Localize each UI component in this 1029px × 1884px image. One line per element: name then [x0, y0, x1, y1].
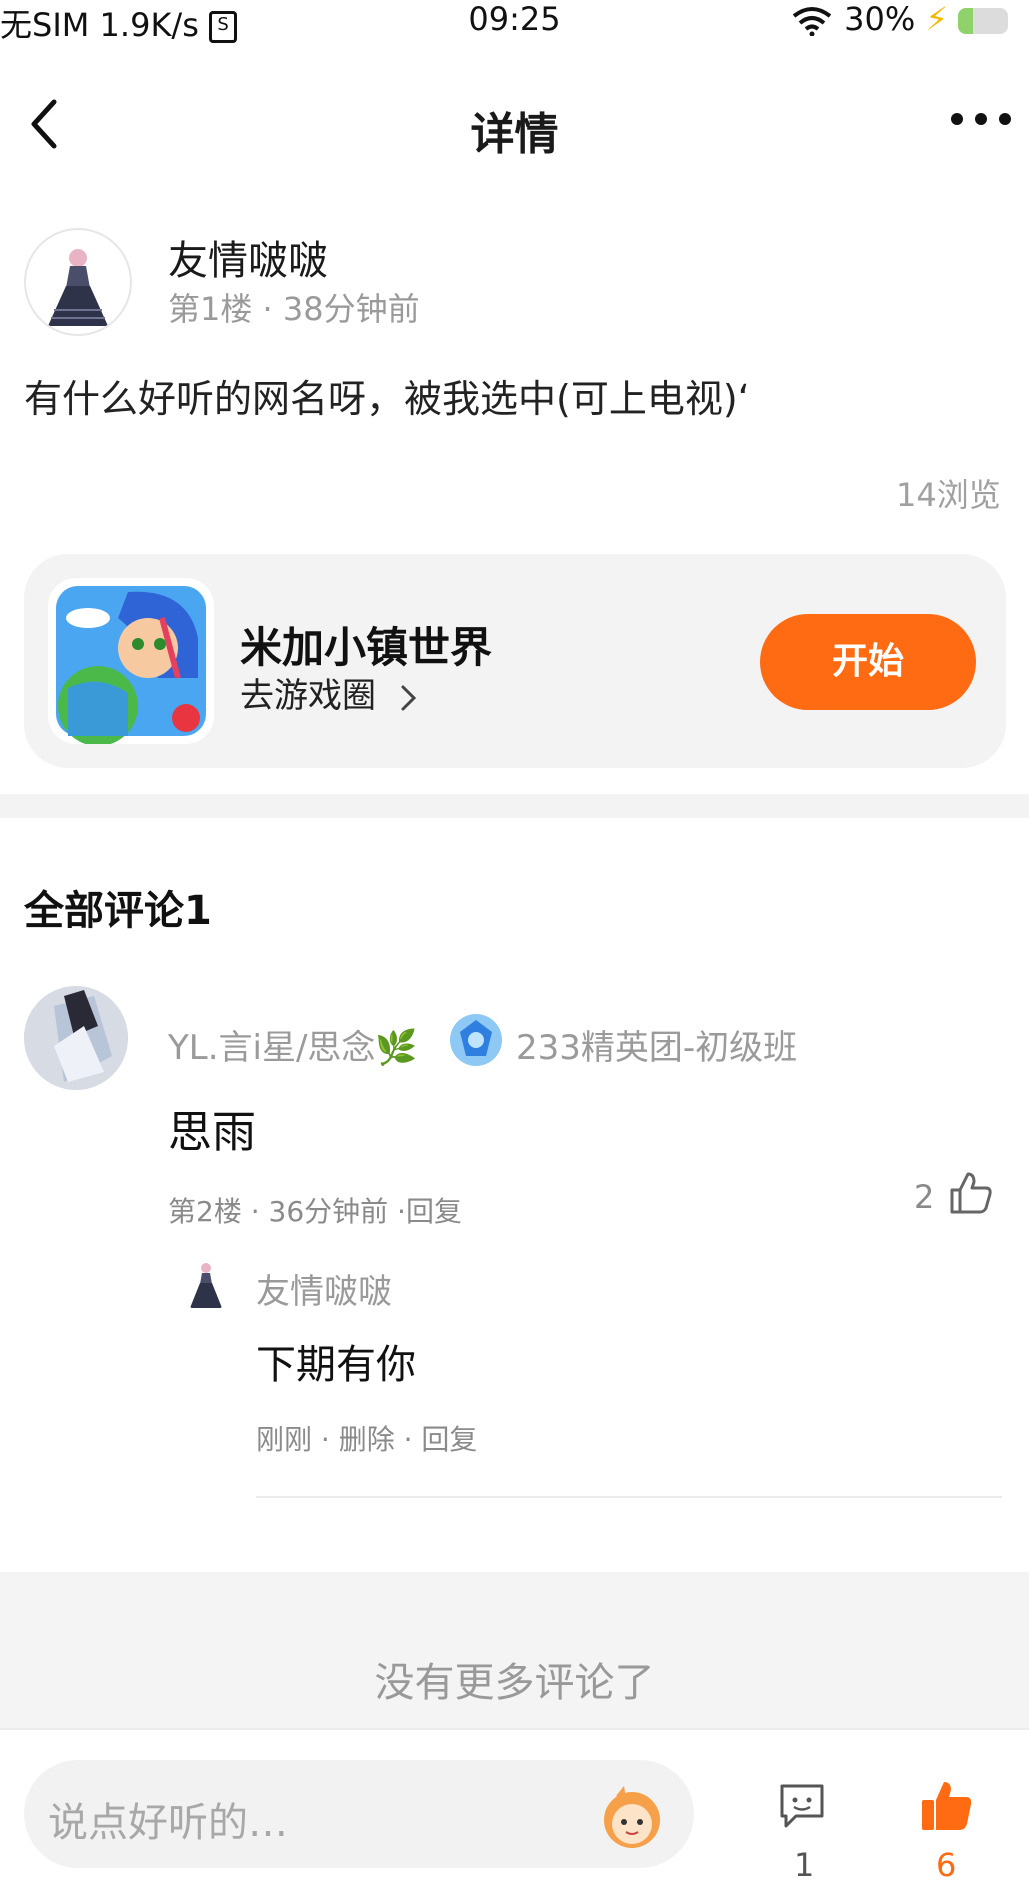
game-name[interactable]: 米加小镇世界 — [240, 614, 492, 675]
comment-meta[interactable]: 第2楼 · 36分钟前 ·回复 — [168, 1190, 462, 1230]
thumbs-up-outline-icon — [950, 1172, 992, 1214]
reply-meta[interactable]: 刚刚 · 删除 · 回复 — [256, 1418, 477, 1458]
comment-like-count: 2 — [914, 1178, 935, 1216]
game-icon[interactable] — [48, 578, 214, 744]
reply-avatar[interactable] — [178, 1256, 234, 1312]
status-right: 30% ⚡ — [790, 0, 1009, 40]
post-meta: 第1楼 · 38分钟前 — [168, 290, 420, 328]
section-divider — [0, 794, 1029, 818]
post-author[interactable]: 友情啵啵 — [168, 228, 328, 286]
game-circle-link[interactable]: 去游戏圈 — [240, 668, 419, 717]
leaf-icon: 🌿 — [375, 1028, 418, 1068]
commenter-badge: 233精英团-初级班 — [516, 1028, 798, 1068]
start-button[interactable]: 开始 — [760, 614, 976, 710]
comment-input-placeholder: 说点好听的… — [48, 1800, 288, 1846]
author-avatar[interactable] — [24, 228, 132, 336]
chevron-right-icon — [401, 685, 416, 710]
comment-text: 思雨 — [168, 1107, 256, 1158]
more-dots-icon — [951, 113, 1011, 125]
anime-avatar-icon — [24, 986, 128, 1090]
girl-dress-icon — [190, 1263, 222, 1308]
bottom-bar-divider — [0, 1728, 1029, 1730]
comment-count-button[interactable] — [776, 1780, 828, 1836]
comments-header: 全部评论1 — [24, 888, 212, 934]
wifi-icon — [792, 7, 832, 37]
game-app-icon — [56, 586, 206, 744]
reply-author[interactable]: 友情啵啵 — [256, 1264, 392, 1313]
battery-icon — [958, 8, 1009, 34]
post-content: 有什么好听的网名呀，被我选中(可上电视)‘ — [24, 377, 750, 421]
emoji-mascot-icon[interactable] — [596, 1780, 668, 1856]
reply-divider — [256, 1496, 1002, 1498]
post-like-count: 6 — [936, 1846, 957, 1884]
comment-count: 1 — [794, 1846, 815, 1884]
charging-icon: ⚡ — [925, 0, 948, 38]
girl-dress-icon — [48, 249, 108, 326]
no-more-text: 没有更多评论了 — [374, 1660, 655, 1706]
view-count: 14浏览 — [896, 476, 1001, 514]
commenter-name[interactable]: YL.言i星/思念🌿 — [168, 1020, 418, 1069]
reply-text: 下期有你 — [256, 1342, 416, 1388]
commenter-avatar[interactable] — [24, 986, 128, 1090]
shield-badge-icon — [446, 1010, 506, 1074]
comment-like-button[interactable] — [948, 1170, 994, 1220]
page-title: 详情 — [470, 109, 559, 160]
thumbs-up-filled-icon — [922, 1782, 972, 1830]
more-button[interactable] — [948, 108, 1014, 134]
chat-bubble-icon — [780, 1784, 824, 1828]
post-like-button[interactable] — [918, 1778, 974, 1838]
